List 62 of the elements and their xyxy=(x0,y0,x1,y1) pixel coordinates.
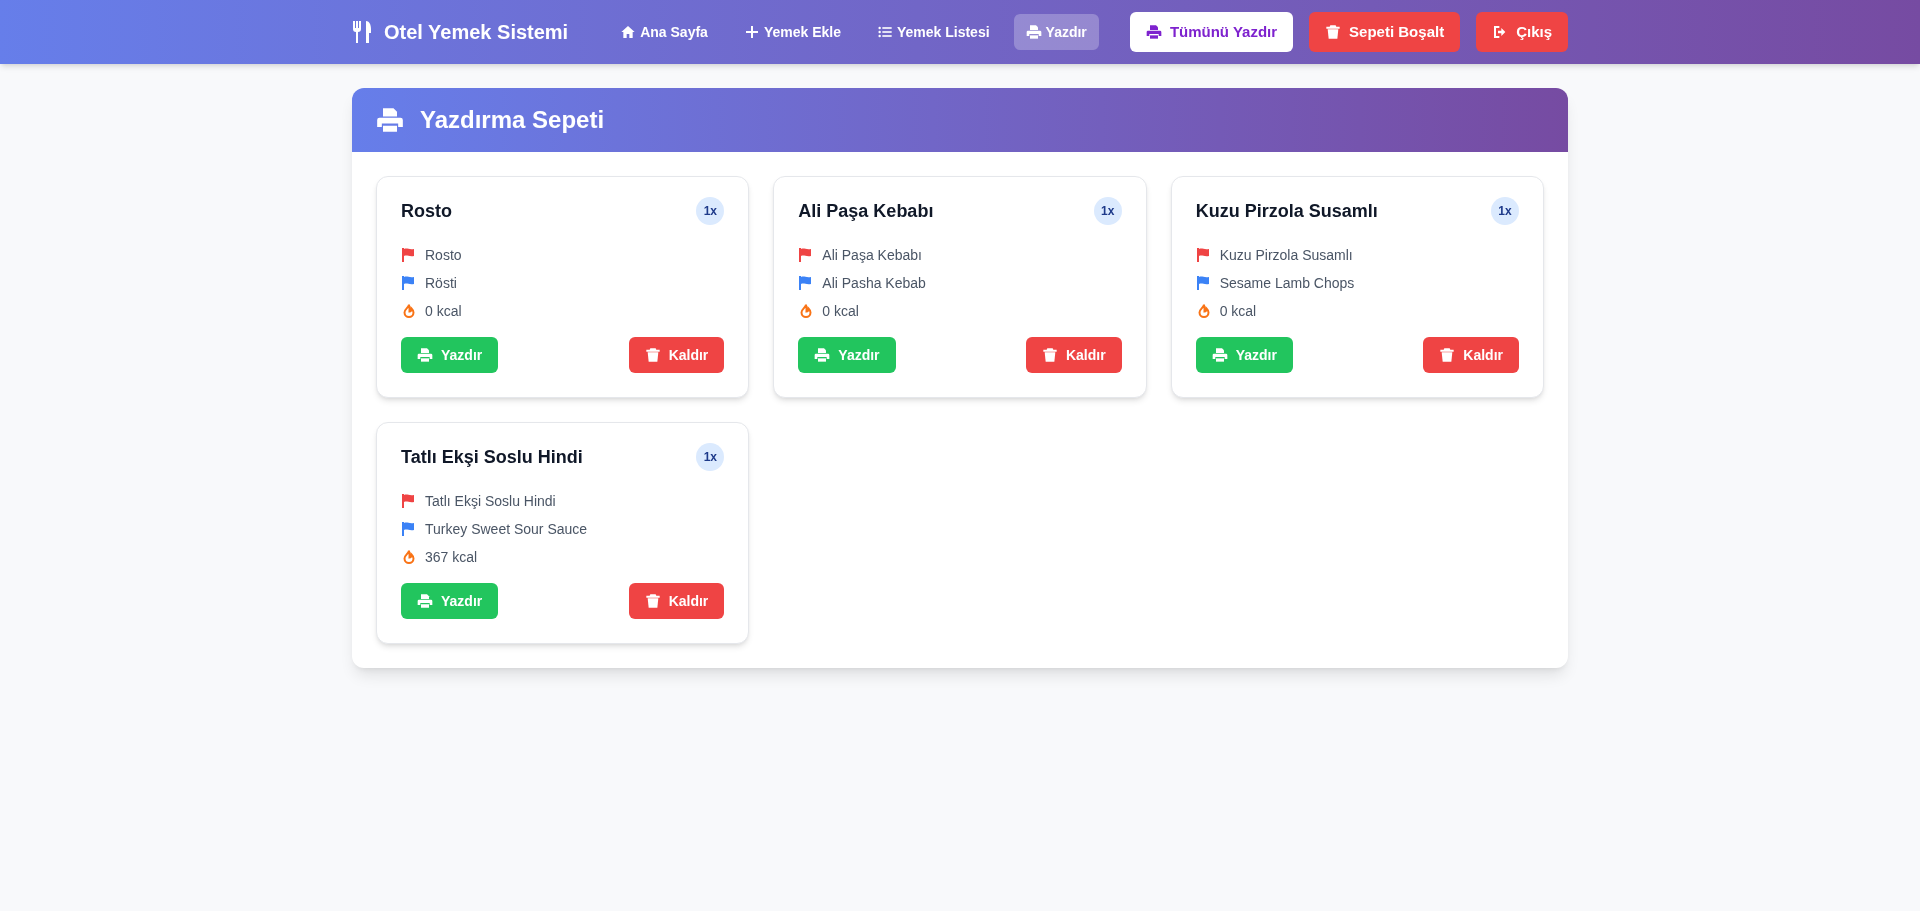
flag-icon xyxy=(1195,275,1212,291)
calories: 0 kcal xyxy=(425,302,462,321)
flag-icon xyxy=(401,275,417,291)
dish-name: Tatlı Ekşi Soslu Hindi xyxy=(401,446,583,469)
remove-button[interactable]: Kaldır xyxy=(1423,337,1519,373)
calories: 367 kcal xyxy=(425,548,478,567)
list-icon xyxy=(876,24,893,40)
printer-icon xyxy=(417,347,433,363)
calories: 0 kcal xyxy=(1219,302,1257,321)
printer-icon xyxy=(814,347,831,363)
print-button[interactable]: Yazdır xyxy=(401,583,499,619)
flag-icon xyxy=(401,247,417,263)
dish-name: Kuzu Pirzola Susamlı xyxy=(1195,200,1378,223)
trash-icon xyxy=(644,347,661,363)
printer-icon xyxy=(1025,24,1042,40)
trash-icon xyxy=(1041,347,1058,363)
trash-icon xyxy=(1439,347,1456,363)
printer-icon xyxy=(417,593,433,609)
nav-link[interactable]: Yemek Ekle xyxy=(731,14,853,50)
nav-link[interactable]: Yazdır xyxy=(1013,14,1099,50)
fire-icon xyxy=(401,303,417,319)
panel-title: Yazdırma Sepeti xyxy=(420,105,605,135)
turkish-name: Rosto xyxy=(425,246,462,265)
flag-icon xyxy=(401,521,417,537)
fire-icon xyxy=(1195,303,1212,319)
logout-button[interactable]: Çıkış xyxy=(1476,12,1568,52)
nav-link[interactable]: Yemek Listesi xyxy=(864,14,1002,50)
quantity-badge: 1x xyxy=(1093,197,1122,225)
turkish-name: Ali Paşa Kebabı xyxy=(822,246,922,265)
flag-icon xyxy=(401,493,417,509)
english-name: Turkey Sweet Sour Sauce xyxy=(425,520,588,539)
printer-icon xyxy=(1145,24,1162,40)
remove-button[interactable]: Kaldır xyxy=(628,337,725,373)
turkish-name: Tatlı Ekşi Soslu Hindi xyxy=(425,492,556,511)
flag-icon xyxy=(1195,247,1212,263)
printer-icon xyxy=(1211,347,1228,363)
fire-icon xyxy=(401,549,417,565)
trash-icon xyxy=(1325,24,1342,40)
dish-name: Ali Paşa Kebabı xyxy=(798,200,934,223)
quantity-badge: 1x xyxy=(696,197,725,225)
home-icon xyxy=(620,24,637,40)
english-name: Ali Pasha Kebab xyxy=(822,274,926,293)
english-name: Sesame Lamb Chops xyxy=(1219,274,1355,293)
printer-icon xyxy=(376,106,404,134)
print-all-button[interactable]: Tümünü Yazdır xyxy=(1129,12,1294,52)
remove-button[interactable]: Kaldır xyxy=(628,583,725,619)
nav-link[interactable]: Ana Sayfa xyxy=(608,14,720,50)
print-button[interactable]: Yazdır xyxy=(1195,337,1293,373)
empty-cart-button[interactable]: Sepeti Boşalt xyxy=(1309,12,1461,52)
trash-icon xyxy=(644,593,661,609)
quantity-badge: 1x xyxy=(696,443,725,471)
turkish-name: Kuzu Pirzola Susamlı xyxy=(1219,246,1353,265)
print-button[interactable]: Yazdır xyxy=(401,337,499,373)
fork-knife-icon xyxy=(352,20,372,44)
plus-icon xyxy=(743,24,760,40)
remove-button[interactable]: Kaldır xyxy=(1025,337,1122,373)
app-title: Otel Yemek Sistemi xyxy=(384,20,569,45)
calories: 0 kcal xyxy=(822,302,859,321)
print-button[interactable]: Yazdır xyxy=(798,337,896,373)
english-name: Rösti xyxy=(425,274,457,293)
dish-name: Rosto xyxy=(401,200,452,223)
quantity-badge: 1x xyxy=(1491,197,1519,225)
